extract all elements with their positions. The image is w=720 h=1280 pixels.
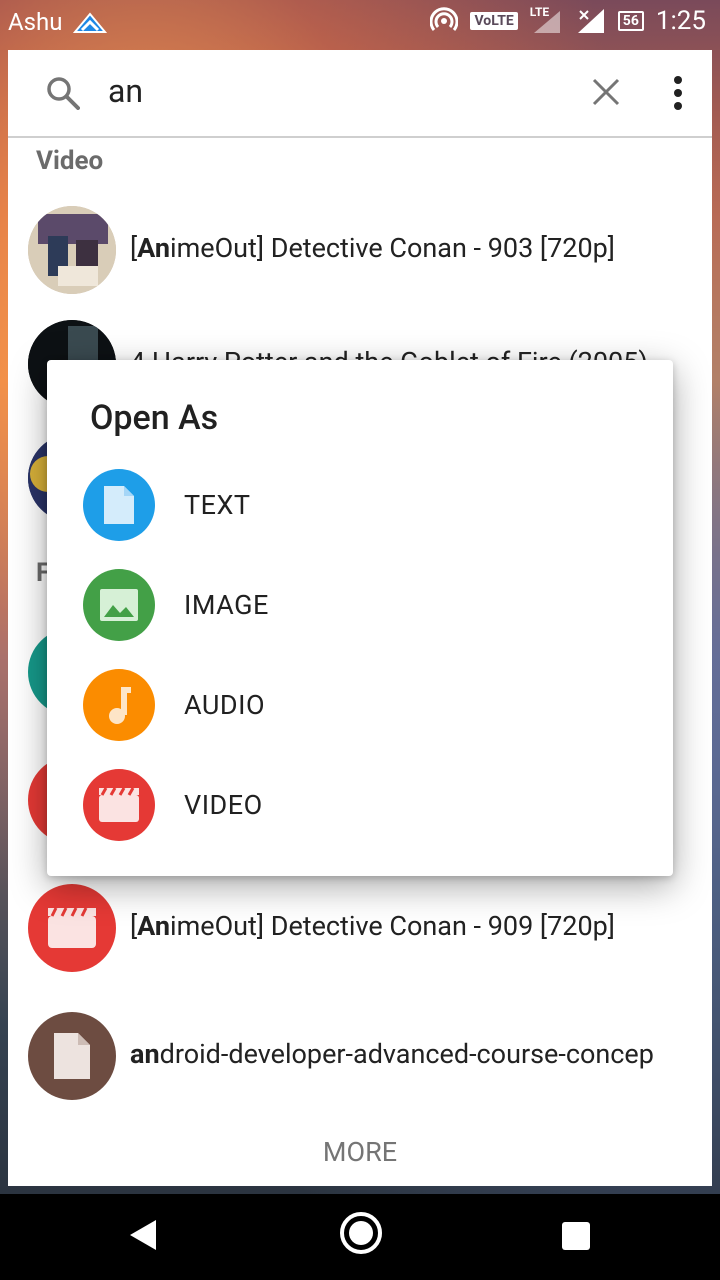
battery-icon: 56 (617, 11, 644, 31)
overflow-menu-icon[interactable] (672, 76, 684, 110)
home-icon[interactable] (340, 1212, 382, 1254)
option-label: VIDEO (184, 789, 263, 821)
movie-clapper-icon (48, 907, 96, 948)
list-item-label: [AnimeOut] Detective Conan - 903 [720p] (130, 232, 615, 264)
section-title-video: Video (36, 146, 104, 176)
recents-icon[interactable] (562, 1222, 590, 1250)
status-bar: Ashu VoLTE LTE 56 1:25 (0, 0, 720, 48)
document-icon (54, 1033, 90, 1079)
option-label: IMAGE (184, 589, 269, 621)
dialog-title: Open As (90, 398, 219, 438)
hotspot-icon (430, 7, 459, 31)
volte-badge: VoLTE (470, 12, 518, 30)
list-item[interactable]: [AnimeOut] Detective Conan - 909 [720p] (8, 884, 712, 1004)
signal-icon-2 (577, 9, 604, 33)
app-notification-icon (72, 12, 107, 33)
option-audio[interactable]: AUDIO (47, 669, 673, 765)
option-label: AUDIO (184, 689, 266, 721)
audio-option-circle (83, 669, 155, 741)
clock: 1:25 (655, 6, 706, 36)
search-bar: an (8, 50, 712, 138)
movie-clapper-icon (99, 787, 139, 822)
document-file-avatar (28, 1012, 116, 1100)
navigation-bar (0, 1194, 720, 1280)
text-option-circle (83, 469, 155, 541)
list-item[interactable]: android-developer-advanced-course-concep (8, 1012, 712, 1132)
document-icon (104, 486, 134, 524)
option-video[interactable]: VIDEO (47, 769, 673, 865)
more-button[interactable]: MORE (8, 1136, 712, 1168)
image-option-circle (83, 569, 155, 641)
close-icon[interactable] (590, 76, 622, 108)
option-image[interactable]: IMAGE (47, 569, 673, 665)
carrier-name: Ashu (8, 8, 63, 36)
open-as-dialog: Open As TEXT IMAGE AUDIO VIDEO (47, 360, 673, 876)
option-text[interactable]: TEXT (47, 469, 673, 565)
back-icon[interactable] (128, 1218, 158, 1252)
video-thumbnail (28, 206, 116, 294)
option-label: TEXT (184, 489, 251, 521)
music-note-icon (109, 687, 131, 724)
video-option-circle (83, 769, 155, 841)
list-item-label: [AnimeOut] Detective Conan - 909 [720p] (130, 910, 615, 942)
list-item[interactable]: [AnimeOut] Detective Conan - 903 [720p] (8, 206, 712, 326)
search-icon[interactable] (46, 76, 80, 110)
image-icon (100, 589, 138, 621)
video-file-avatar (28, 884, 116, 972)
list-item-label: android-developer-advanced-course-concep (130, 1038, 654, 1070)
search-input[interactable]: an (108, 72, 143, 110)
signal-icon-1: LTE (530, 5, 564, 35)
